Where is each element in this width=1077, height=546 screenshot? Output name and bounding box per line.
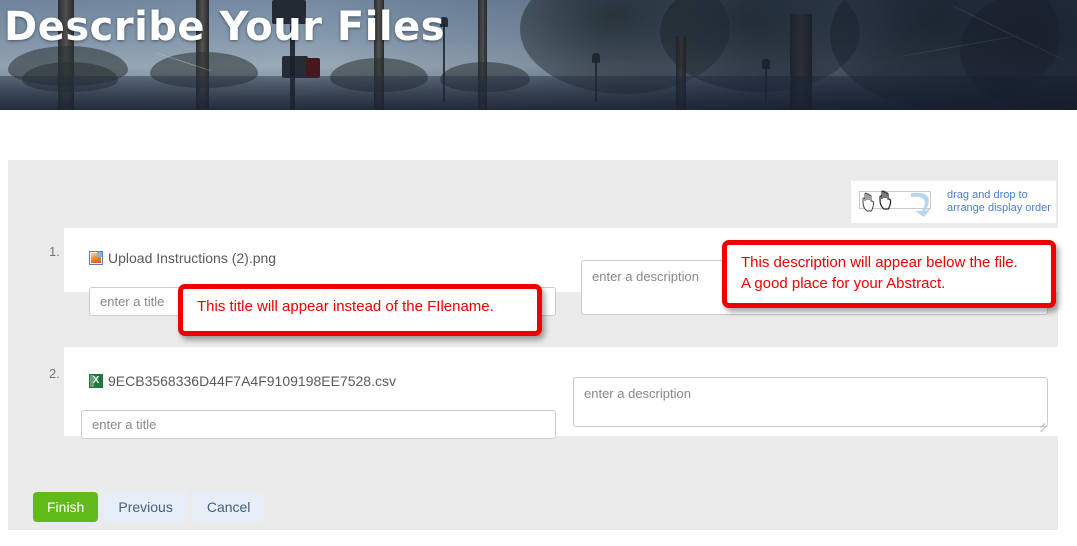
hand-cursor-icon [878,190,893,210]
description-callout: This description will appear below the f… [722,240,1056,308]
file-row-number: 2. [49,366,60,381]
curved-arrow-icon [911,192,931,217]
page-banner: Describe Your Files [0,0,1077,110]
previous-button[interactable]: Previous [104,492,187,522]
description-callout-line-1: This description will appear below the f… [741,254,1018,271]
file-name: 9ECB3568336D44F7A4F9109198EE7528.csv [108,373,396,389]
title-callout-text: This title will appear instead of the FI… [197,298,494,315]
file-name: Upload Instructions (2).png [108,250,277,266]
file-name-line: 9ECB3568336D44F7A4F9109198EE7528.csv [89,373,396,389]
drag-hand-icon [851,182,947,222]
file-name-line: Upload Instructions (2).png [89,250,276,266]
page-title: Describe Your Files [4,4,446,50]
description-input[interactable] [573,377,1048,427]
csv-file-icon [89,374,103,388]
png-file-icon [89,251,103,265]
title-callout: This title will appear instead of the FI… [178,284,542,336]
drag-and-drop-hint: drag and drop to arrange display order [851,181,1056,223]
file-row-number: 1. [49,244,60,259]
form-actions: Finish Previous Cancel [33,492,265,522]
description-callout-line-2: A good place for your Abstract. [741,275,946,292]
drag-hint-text: drag and drop to arrange display order [947,189,1051,215]
describe-files-panel: drag and drop to arrange display order 1… [8,160,1058,530]
finish-button[interactable]: Finish [33,492,99,522]
hand-cursor-icon [861,192,876,212]
describe-files-page: Describe Your Files drag and drop to arr… [0,0,1077,546]
drag-hint-line-1: drag and drop to [947,189,1028,201]
cancel-button[interactable]: Cancel [192,492,265,522]
drag-hint-line-2: arrange display order [947,202,1051,214]
title-input[interactable] [81,410,556,439]
